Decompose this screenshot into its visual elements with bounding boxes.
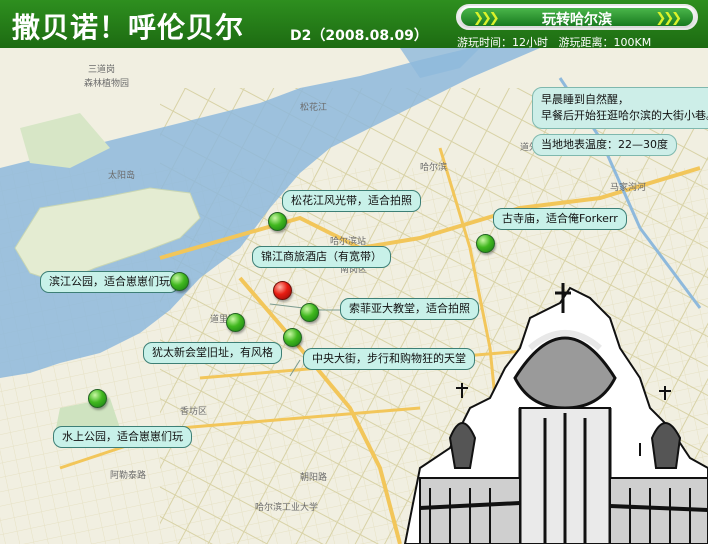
map-label: 香坊区 [180,407,208,417]
spot-callout: 松花江风光带，适合拍照 [282,190,421,212]
map-label: 松花江 [300,103,328,113]
map-pin-hotel[interactable] [273,281,292,300]
route-banner: ❯❯❯ 玩转哈尔滨 ❯❯❯ [456,4,698,30]
spot-callout: 锦江商旅酒店（有宽带） [252,246,391,268]
map-label: 朝阳路 [300,473,328,483]
map-label: 哈尔滨工业大学 [255,503,319,513]
map-pin-st-sophia-cathedral[interactable] [300,303,319,322]
map-label: 森林植物园 [84,79,130,89]
map-pin-central-street[interactable] [283,328,302,347]
route-banner-fill: ❯❯❯ 玩转哈尔滨 ❯❯❯ [461,8,693,28]
map-label: 马家沟河 [610,183,647,193]
spot-callout: 犹太新会堂旧址，有风格 [143,342,282,364]
map-pin-water-park[interactable] [88,389,107,408]
map-pin-jewish-synagogue[interactable] [226,313,245,332]
map-pin-songhua-riverside[interactable] [268,212,287,231]
note-line: 早晨睡到自然醒， [541,93,629,106]
spot-callout: 中央大街，步行和购物狂的天堂 [303,348,475,370]
note-line: 早餐后开始狂逛哈尔滨的大街小巷。 [541,109,708,122]
map-label: 三道岗 [88,65,116,75]
page-title: 撒贝诺！呼伦贝尔 [12,11,245,44]
map-label: 太阳岛 [108,171,136,181]
map-pin-ancient-temple[interactable] [476,234,495,253]
map-label: 哈尔滨 [420,163,448,173]
spot-callout: 水上公园，适合崽崽们玩 [53,426,192,448]
chevron-right-icon: ❯❯❯ [655,11,682,26]
spot-callout: 滨江公园，适合崽崽们玩 [40,271,179,293]
day-notes: 早晨睡到自然醒， 早餐后开始狂逛哈尔滨的大街小巷。 [532,87,708,129]
header-bar: 撒贝诺！呼伦贝尔 D2（2008.08.09） ❯❯❯ 玩转哈尔滨 ❯❯❯ 游玩… [0,0,708,49]
spot-callout: 索菲亚大教堂，适合拍照 [340,298,479,320]
day-date-label: D2（2008.08.09） [290,28,428,44]
map-label: 阿勒泰路 [110,471,147,481]
map-pin-binjiang-park[interactable] [170,272,189,291]
temperature-note: 当地地表温度：22—30度 [532,134,677,156]
spot-callout: 古寺庙，适合俺Forkerr [493,208,627,230]
